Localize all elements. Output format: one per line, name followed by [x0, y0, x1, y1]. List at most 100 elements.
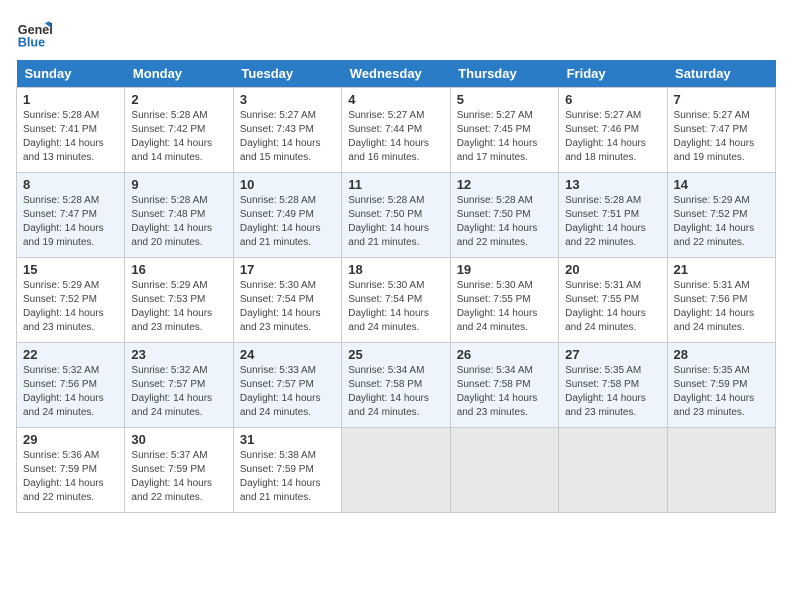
day-info: Sunrise: 5:31 AMSunset: 7:56 PMDaylight:… — [674, 280, 755, 333]
day-info: Sunrise: 5:28 AMSunset: 7:49 PMDaylight:… — [240, 195, 321, 248]
day-number: 23 — [131, 347, 226, 362]
calendar-cell: 5 Sunrise: 5:27 AMSunset: 7:45 PMDayligh… — [450, 88, 558, 173]
weekday-header-monday: Monday — [125, 60, 233, 88]
day-number: 21 — [674, 262, 769, 277]
day-info: Sunrise: 5:27 AMSunset: 7:45 PMDaylight:… — [457, 110, 538, 163]
day-info: Sunrise: 5:36 AMSunset: 7:59 PMDaylight:… — [23, 450, 104, 503]
calendar-cell: 25 Sunrise: 5:34 AMSunset: 7:58 PMDaylig… — [342, 343, 450, 428]
day-info: Sunrise: 5:29 AMSunset: 7:53 PMDaylight:… — [131, 280, 212, 333]
day-info: Sunrise: 5:35 AMSunset: 7:59 PMDaylight:… — [674, 365, 755, 418]
day-number: 18 — [348, 262, 443, 277]
weekday-header-saturday: Saturday — [667, 60, 775, 88]
day-info: Sunrise: 5:28 AMSunset: 7:41 PMDaylight:… — [23, 110, 104, 163]
calendar-cell: 31 Sunrise: 5:38 AMSunset: 7:59 PMDaylig… — [233, 428, 341, 513]
header: General Blue — [16, 16, 776, 52]
calendar-cell: 23 Sunrise: 5:32 AMSunset: 7:57 PMDaylig… — [125, 343, 233, 428]
calendar-cell: 6 Sunrise: 5:27 AMSunset: 7:46 PMDayligh… — [559, 88, 667, 173]
calendar-cell: 24 Sunrise: 5:33 AMSunset: 7:57 PMDaylig… — [233, 343, 341, 428]
day-number: 1 — [23, 92, 118, 107]
calendar-cell: 13 Sunrise: 5:28 AMSunset: 7:51 PMDaylig… — [559, 173, 667, 258]
day-number: 16 — [131, 262, 226, 277]
day-number: 29 — [23, 432, 118, 447]
calendar-cell: 16 Sunrise: 5:29 AMSunset: 7:53 PMDaylig… — [125, 258, 233, 343]
calendar-cell: 1 Sunrise: 5:28 AMSunset: 7:41 PMDayligh… — [17, 88, 125, 173]
day-info: Sunrise: 5:27 AMSunset: 7:44 PMDaylight:… — [348, 110, 429, 163]
calendar-cell: 17 Sunrise: 5:30 AMSunset: 7:54 PMDaylig… — [233, 258, 341, 343]
calendar-week-row: 8 Sunrise: 5:28 AMSunset: 7:47 PMDayligh… — [17, 173, 776, 258]
day-info: Sunrise: 5:35 AMSunset: 7:58 PMDaylight:… — [565, 365, 646, 418]
day-number: 14 — [674, 177, 769, 192]
day-info: Sunrise: 5:28 AMSunset: 7:51 PMDaylight:… — [565, 195, 646, 248]
day-info: Sunrise: 5:28 AMSunset: 7:48 PMDaylight:… — [131, 195, 212, 248]
calendar-week-row: 1 Sunrise: 5:28 AMSunset: 7:41 PMDayligh… — [17, 88, 776, 173]
day-info: Sunrise: 5:32 AMSunset: 7:56 PMDaylight:… — [23, 365, 104, 418]
day-info: Sunrise: 5:34 AMSunset: 7:58 PMDaylight:… — [348, 365, 429, 418]
day-info: Sunrise: 5:28 AMSunset: 7:47 PMDaylight:… — [23, 195, 104, 248]
day-number: 24 — [240, 347, 335, 362]
calendar-week-row: 15 Sunrise: 5:29 AMSunset: 7:52 PMDaylig… — [17, 258, 776, 343]
day-info: Sunrise: 5:28 AMSunset: 7:50 PMDaylight:… — [457, 195, 538, 248]
calendar-cell — [667, 428, 775, 513]
logo: General Blue — [16, 16, 56, 52]
day-number: 25 — [348, 347, 443, 362]
day-info: Sunrise: 5:38 AMSunset: 7:59 PMDaylight:… — [240, 450, 321, 503]
day-number: 19 — [457, 262, 552, 277]
calendar-cell: 21 Sunrise: 5:31 AMSunset: 7:56 PMDaylig… — [667, 258, 775, 343]
calendar-week-row: 29 Sunrise: 5:36 AMSunset: 7:59 PMDaylig… — [17, 428, 776, 513]
calendar-cell — [559, 428, 667, 513]
day-number: 27 — [565, 347, 660, 362]
day-info: Sunrise: 5:31 AMSunset: 7:55 PMDaylight:… — [565, 280, 646, 333]
day-number: 4 — [348, 92, 443, 107]
calendar-table: SundayMondayTuesdayWednesdayThursdayFrid… — [16, 60, 776, 513]
day-number: 12 — [457, 177, 552, 192]
day-info: Sunrise: 5:27 AMSunset: 7:46 PMDaylight:… — [565, 110, 646, 163]
logo-icon: General Blue — [16, 16, 52, 52]
day-info: Sunrise: 5:30 AMSunset: 7:54 PMDaylight:… — [240, 280, 321, 333]
day-number: 17 — [240, 262, 335, 277]
calendar-cell: 26 Sunrise: 5:34 AMSunset: 7:58 PMDaylig… — [450, 343, 558, 428]
day-info: Sunrise: 5:28 AMSunset: 7:50 PMDaylight:… — [348, 195, 429, 248]
calendar-cell: 11 Sunrise: 5:28 AMSunset: 7:50 PMDaylig… — [342, 173, 450, 258]
weekday-header-thursday: Thursday — [450, 60, 558, 88]
calendar-cell: 9 Sunrise: 5:28 AMSunset: 7:48 PMDayligh… — [125, 173, 233, 258]
calendar-cell: 10 Sunrise: 5:28 AMSunset: 7:49 PMDaylig… — [233, 173, 341, 258]
day-info: Sunrise: 5:34 AMSunset: 7:58 PMDaylight:… — [457, 365, 538, 418]
day-number: 31 — [240, 432, 335, 447]
day-number: 15 — [23, 262, 118, 277]
weekday-header-friday: Friday — [559, 60, 667, 88]
calendar-cell: 3 Sunrise: 5:27 AMSunset: 7:43 PMDayligh… — [233, 88, 341, 173]
day-number: 20 — [565, 262, 660, 277]
calendar-cell: 30 Sunrise: 5:37 AMSunset: 7:59 PMDaylig… — [125, 428, 233, 513]
day-number: 11 — [348, 177, 443, 192]
calendar-cell: 27 Sunrise: 5:35 AMSunset: 7:58 PMDaylig… — [559, 343, 667, 428]
calendar-cell: 7 Sunrise: 5:27 AMSunset: 7:47 PMDayligh… — [667, 88, 775, 173]
calendar-cell: 15 Sunrise: 5:29 AMSunset: 7:52 PMDaylig… — [17, 258, 125, 343]
calendar-cell: 29 Sunrise: 5:36 AMSunset: 7:59 PMDaylig… — [17, 428, 125, 513]
calendar-cell: 8 Sunrise: 5:28 AMSunset: 7:47 PMDayligh… — [17, 173, 125, 258]
day-number: 5 — [457, 92, 552, 107]
calendar-header-row: SundayMondayTuesdayWednesdayThursdayFrid… — [17, 60, 776, 88]
day-number: 30 — [131, 432, 226, 447]
day-info: Sunrise: 5:27 AMSunset: 7:47 PMDaylight:… — [674, 110, 755, 163]
calendar-cell: 18 Sunrise: 5:30 AMSunset: 7:54 PMDaylig… — [342, 258, 450, 343]
day-number: 8 — [23, 177, 118, 192]
weekday-header-wednesday: Wednesday — [342, 60, 450, 88]
svg-text:Blue: Blue — [18, 36, 45, 50]
calendar-cell: 22 Sunrise: 5:32 AMSunset: 7:56 PMDaylig… — [17, 343, 125, 428]
day-info: Sunrise: 5:29 AMSunset: 7:52 PMDaylight:… — [674, 195, 755, 248]
day-info: Sunrise: 5:29 AMSunset: 7:52 PMDaylight:… — [23, 280, 104, 333]
calendar-cell: 12 Sunrise: 5:28 AMSunset: 7:50 PMDaylig… — [450, 173, 558, 258]
day-number: 26 — [457, 347, 552, 362]
day-number: 3 — [240, 92, 335, 107]
calendar-cell: 20 Sunrise: 5:31 AMSunset: 7:55 PMDaylig… — [559, 258, 667, 343]
weekday-header-sunday: Sunday — [17, 60, 125, 88]
day-info: Sunrise: 5:33 AMSunset: 7:57 PMDaylight:… — [240, 365, 321, 418]
calendar-cell: 28 Sunrise: 5:35 AMSunset: 7:59 PMDaylig… — [667, 343, 775, 428]
day-number: 6 — [565, 92, 660, 107]
weekday-header-tuesday: Tuesday — [233, 60, 341, 88]
calendar-cell — [342, 428, 450, 513]
day-info: Sunrise: 5:28 AMSunset: 7:42 PMDaylight:… — [131, 110, 212, 163]
day-info: Sunrise: 5:32 AMSunset: 7:57 PMDaylight:… — [131, 365, 212, 418]
day-number: 28 — [674, 347, 769, 362]
day-number: 7 — [674, 92, 769, 107]
